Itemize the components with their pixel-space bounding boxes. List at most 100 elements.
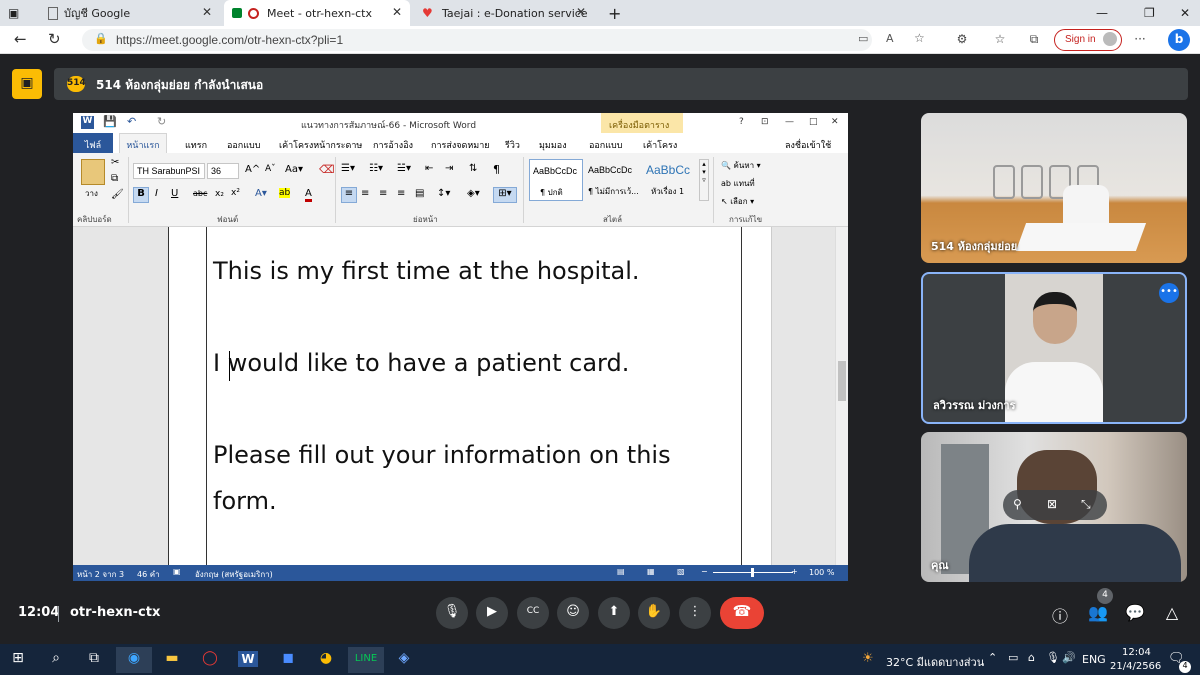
tray-clock[interactable]: 12:04 [1122,647,1151,658]
tab-taejai[interactable]: ♥ Taejai : e-Donation service ✕ [414,0,594,26]
line-spacing-icon[interactable]: ↕▾ [437,188,450,199]
collections-icon[interactable]: ⧉ [1026,32,1042,46]
more-icon[interactable]: ··· [1132,32,1148,46]
tray-network-icon[interactable]: ⌂ [1028,651,1035,664]
shrink-font-icon[interactable]: Aˇ [265,164,276,174]
tab-view[interactable]: มุมมอง [539,138,567,152]
windows-start-icon[interactable]: ⊞ [0,647,36,673]
font-name-box[interactable]: TH SarabunPSI [133,163,205,179]
zoom-app-icon[interactable]: ◼ [270,647,306,673]
proofing-icon[interactable]: ▣ [173,567,181,576]
show-marks-icon[interactable]: ¶ [493,163,500,176]
grow-font-icon[interactable]: A^ [245,164,260,175]
word-close-button[interactable]: ✕ [831,117,839,127]
scrollbar-thumb[interactable] [838,361,846,401]
mic-button[interactable]: 🎙 [436,597,468,629]
chat-icon[interactable]: 💬 [1125,603,1145,623]
select-button[interactable]: ↖ เลือก ▾ [721,195,754,208]
tab-actions-button[interactable]: ▣ [0,0,30,26]
close-icon[interactable]: ✕ [392,5,402,19]
style-heading-1[interactable]: AaBbCc หัวเรื่อง 1 [643,159,697,201]
tab-table-design[interactable]: ออกแบบ [589,138,623,152]
input-language[interactable]: ENG [1082,653,1106,666]
numbering-icon[interactable]: ☷▾ [369,163,383,174]
read-mode-icon[interactable]: ▤ [617,567,625,576]
tab-page-layout[interactable]: เค้าโครงหน้ากระดาษ [279,138,362,152]
superscript-button[interactable]: x² [231,188,240,198]
help-icon[interactable]: ? [739,117,744,127]
change-case-icon[interactable]: Aa▾ [285,164,303,175]
camera-icon[interactable]: ▭ [858,32,868,45]
align-left-button[interactable]: ≡ [341,187,357,203]
maximize-button[interactable]: ❐ [1136,0,1160,26]
web-layout-icon[interactable]: ▧ [677,567,685,576]
pin-icon[interactable]: ⚲ [1013,497,1022,511]
ribbon-display-icon[interactable]: ⊡ [761,117,769,127]
search-icon[interactable]: ⌕ [38,647,74,673]
people-icon[interactable]: 👥 [1088,603,1108,623]
undo-icon[interactable]: ↶ [127,115,136,128]
clear-formatting-icon[interactable]: ⌫ [319,163,335,176]
style-normal[interactable]: AaBbCcDc ¶ ปกติ [529,159,583,201]
style-no-spacing[interactable]: AaBbCcDc ¶ ไม่มีการเว้... [585,159,641,201]
italic-button[interactable]: I [155,188,158,199]
participant-tile[interactable]: 514 ห้องกลุ่มย่อย [921,113,1187,263]
styles-scroll[interactable]: ▴ ▾ ▿ [699,159,709,201]
tray-arrow-icon[interactable]: ⌃ [988,651,997,664]
tray-volume-icon[interactable]: 🔊 [1062,651,1076,664]
shading-icon[interactable]: ◈▾ [467,188,480,199]
subscript-button[interactable]: x₂ [215,189,224,199]
copy-icon[interactable]: ⧉ [111,173,118,184]
tab-references[interactable]: การอ้างอิง [373,138,413,152]
bullets-icon[interactable]: ☰▾ [341,163,355,174]
word-signin-link[interactable]: ลงชื่อเข้าใช้ [785,138,831,152]
window-close-button[interactable]: ✕ [1172,0,1196,26]
justify-button[interactable]: ≡ [397,188,405,199]
stop-presenting-icon[interactable]: ▣ [12,69,42,99]
word-count[interactable]: 46 คำ [137,568,160,581]
end-call-button[interactable]: ☎ [720,597,764,629]
zoom-level[interactable]: 100 % [809,568,834,577]
participant-tile-active[interactable]: ••• ลวิวรรณ ม่วงการ [921,272,1187,424]
reactions-button[interactable]: ☺ [557,597,589,629]
info-icon[interactable]: ⓘ [1050,603,1070,626]
tab-mailings[interactable]: การส่งจดหมาย [431,138,490,152]
chrome-icon[interactable]: ◕ [308,647,344,673]
tab-design[interactable]: ออกแบบ [227,138,261,152]
multilevel-list-icon[interactable]: ☱▾ [397,163,411,174]
cut-icon[interactable]: ✂ [111,157,119,168]
font-color-icon[interactable]: A [305,188,312,202]
paste-icon[interactable] [81,159,105,185]
replace-button[interactable]: ab แทนที่ [721,177,755,190]
bold-button[interactable]: B [133,187,149,203]
word-app-icon[interactable]: W [230,647,266,673]
decrease-indent-icon[interactable]: ⇤ [425,163,433,174]
activities-icon[interactable]: △ [1162,603,1182,623]
url-field[interactable]: 🔒 https://meet.google.com/otr-hexn-ctx?p… [82,29,925,51]
reload-button[interactable]: ↻ [48,30,61,48]
extensions-icon[interactable]: ⚙ [954,32,970,46]
favorite-icon[interactable]: ☆ [914,31,925,45]
vertical-scrollbar[interactable] [835,227,848,565]
zoom-slider-thumb[interactable] [751,568,754,577]
tab-insert[interactable]: แทรก [185,138,207,152]
webex-icon[interactable]: ◈ [386,647,422,673]
camera-button[interactable]: ▶ [476,597,508,629]
line-app-icon[interactable]: LINE [348,647,384,673]
bing-icon[interactable]: b [1168,29,1190,51]
font-size-box[interactable]: 36 [207,163,239,179]
word-maximize-button[interactable]: □ [809,117,818,127]
language-label[interactable]: อังกฤษ (สหรัฐอเมริกา) [195,568,273,581]
minimize-icon[interactable]: ⤡ [1081,497,1091,512]
find-button[interactable]: 🔍 ค้นหา ▾ [721,159,761,172]
highlight-icon[interactable]: ab [279,188,291,198]
text-effects-icon[interactable]: A▾ [255,188,267,199]
page-count[interactable]: หน้า 2 จาก 3 [77,568,124,581]
tab-home[interactable]: หน้าแรก [119,133,167,153]
increase-indent-icon[interactable]: ⇥ [445,163,453,174]
redo-icon[interactable]: ↻ [157,115,166,128]
borders-icon[interactable]: ⊞▾ [493,187,517,203]
more-options-button[interactable]: ⋮ [679,597,711,629]
more-options-icon[interactable]: ••• [1159,283,1179,303]
sign-in-button[interactable]: Sign in [1054,29,1122,51]
